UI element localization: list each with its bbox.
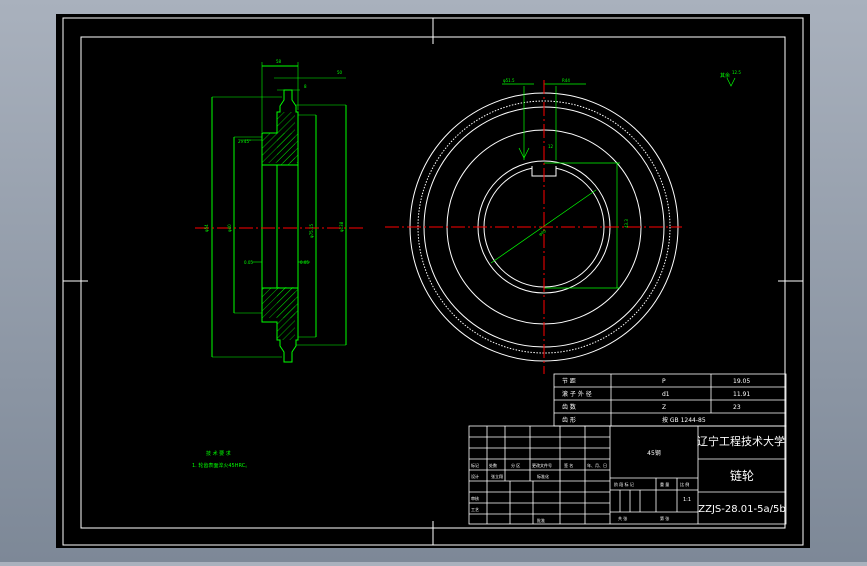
label-keyway: 12 — [548, 144, 554, 149]
param-value-0: 19.05 — [733, 378, 750, 385]
dim-right: φ138 — [339, 221, 344, 232]
header-cell-0: 标记 — [471, 462, 479, 468]
role-standard: 标准化 — [537, 473, 549, 479]
cad-viewport[interactable]: 58 50 8 2×45° φ54 φ40 φ75.15 φ138 0.05 0… — [0, 0, 867, 562]
role-design: 设计 — [471, 473, 479, 479]
param-value-2: 23 — [733, 404, 741, 411]
roughness-value: 12.5 — [732, 70, 741, 75]
param-value-3: 按 GB 1244-85 — [662, 416, 706, 424]
dim-hub-dia: φ75.15 — [309, 223, 314, 238]
dim-small: 2×45° — [238, 139, 251, 144]
dim-tol-left: 0.05 — [244, 260, 253, 265]
tech-title: 技 术 要 求 — [206, 450, 231, 457]
dim-mid: φ40 — [227, 224, 232, 232]
header-cell-2: 分 区 — [511, 462, 520, 468]
role-approve: 批准 — [537, 517, 545, 523]
label-right: 43.3 — [624, 219, 629, 228]
sheet-label: 共 张 — [618, 515, 627, 521]
param-value-1: 11.91 — [733, 391, 750, 398]
sheet-label-2: 第 张 — [660, 515, 669, 521]
param-name-3: 齿 形 — [562, 416, 576, 424]
model-space — [56, 14, 810, 548]
header-cell-1: 处数 — [489, 462, 497, 468]
header-cell-5: 年、月、日 — [587, 462, 607, 468]
label-top-right: R44 — [562, 78, 570, 83]
role-process: 工艺 — [471, 507, 479, 512]
weight-label: 重 量 — [660, 481, 669, 487]
name-design: 张立翔 — [491, 473, 503, 479]
dim-tol-right: 0.05 — [300, 260, 309, 265]
roughness-text: 其余 — [720, 72, 730, 79]
tech-item-1: 1. 轮齿表面淬火45HRC。 — [192, 462, 250, 469]
header-cell-3: 更改文件号 — [532, 462, 552, 468]
stage-label: 阶 段 标 记 — [614, 481, 634, 487]
role-check: 审核 — [471, 495, 479, 501]
drawing-number: ZZJS-28.01-5a/5b — [698, 504, 785, 515]
label-top-left: φ51.5 — [503, 78, 515, 83]
param-symbol-2: Z — [662, 404, 666, 411]
param-symbol-1: d1 — [662, 391, 670, 398]
param-name-2: 齿 数 — [562, 403, 576, 411]
part-name: 链轮 — [730, 468, 754, 483]
dim-hub: 50 — [337, 70, 343, 75]
material: 45钢 — [647, 449, 661, 457]
hatch-hub-lower — [262, 288, 298, 318]
param-symbol-0: P — [662, 378, 666, 385]
dim-left: φ54 — [204, 224, 209, 232]
drawing-canvas[interactable]: 58 50 8 2×45° φ54 φ40 φ75.15 φ138 0.05 0… — [0, 0, 867, 562]
param-name-0: 节 距 — [562, 377, 576, 385]
school-name: 辽宁工程技术大学 — [697, 434, 785, 448]
scale-value: 1:1 — [683, 497, 691, 503]
scale-label: 比 例 — [680, 481, 689, 487]
hatch-hub-upper — [262, 133, 298, 163]
header-cell-4: 签 名 — [564, 462, 573, 468]
param-name-1: 滚 子 外 径 — [562, 390, 592, 398]
dim-top: 58 — [276, 59, 282, 64]
